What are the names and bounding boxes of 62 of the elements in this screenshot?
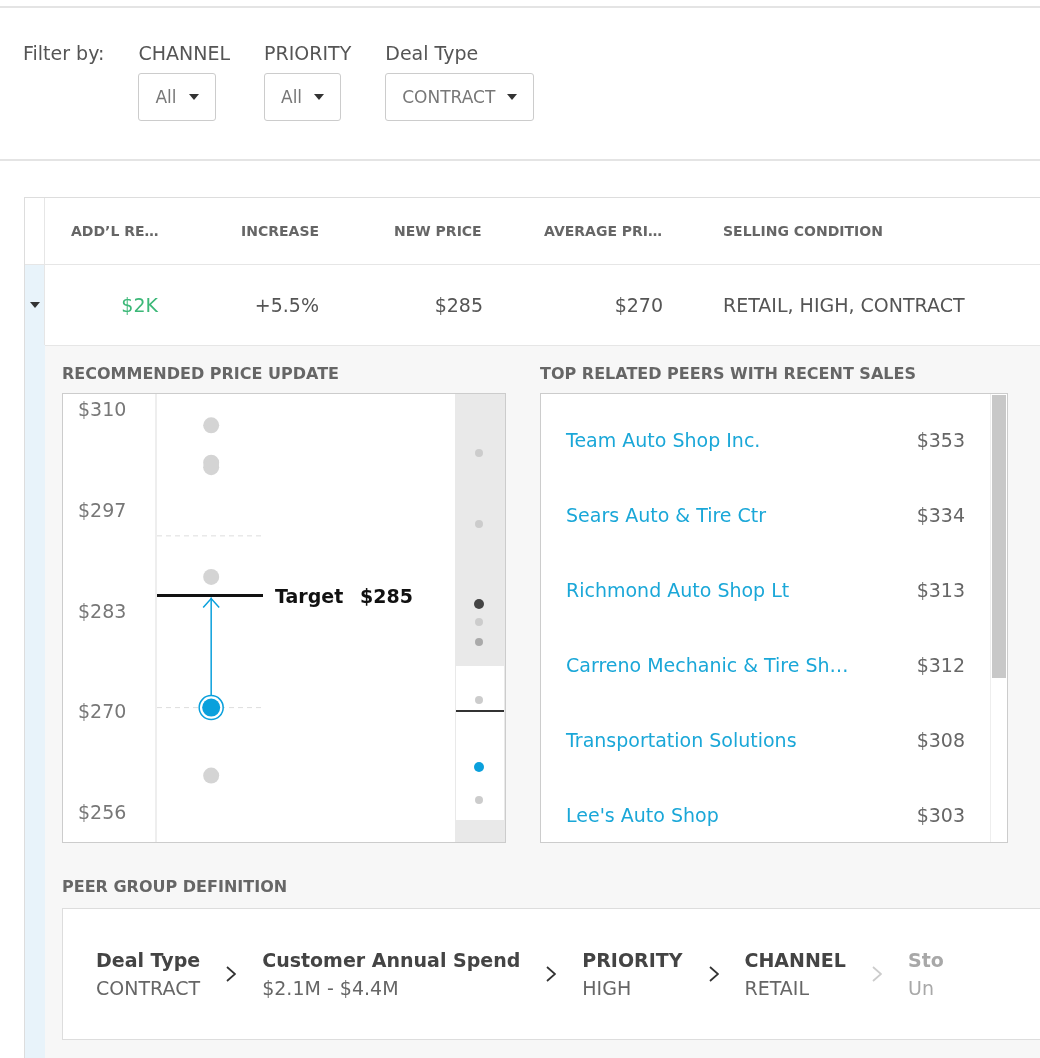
table-cell-text: $285 <box>434 294 484 316</box>
step-value: HIGH <box>582 977 633 999</box>
column-header: SELLING CONDITION <box>722 223 884 239</box>
peer-link[interactable]: Team Auto Shop Inc. <box>566 428 761 451</box>
current-price-point <box>198 694 224 721</box>
peer-price-point <box>203 767 220 784</box>
target-label: Target <box>275 584 344 607</box>
section-title: RECOMMENDED PRICE UPDATE <box>62 364 341 383</box>
axis-tick-label: $297 <box>78 498 127 521</box>
peer-link[interactable]: Transportation Solutions <box>566 728 797 751</box>
filter-label: Filter by: <box>23 42 105 66</box>
filter-name: Deal Type <box>385 42 480 64</box>
column-header: INCREASE <box>240 223 321 239</box>
filter-dropdown[interactable]: CONTRACT <box>385 73 535 121</box>
step-name: PRIORITY <box>582 949 683 971</box>
peer-price: $313 <box>916 578 965 601</box>
table-cell-text: $270 <box>614 294 664 316</box>
peer-link[interactable]: Sears Auto & Tire Ctr <box>566 503 767 526</box>
table-cell-text: +5.5% <box>254 294 320 316</box>
filter-name: PRIORITY <box>264 42 352 64</box>
scrollbar[interactable] <box>990 394 1007 842</box>
target-value: $285 <box>360 584 413 607</box>
step-value: RETAIL <box>744 977 811 999</box>
table-cell-text: $2K <box>121 294 159 316</box>
peer-link[interactable]: Lee's Auto Shop <box>566 803 719 826</box>
caret-icon <box>314 94 325 100</box>
step-value: CONTRACT <box>96 977 201 999</box>
filter-dropdown[interactable]: All <box>264 73 342 121</box>
step-name: Sto <box>907 949 944 971</box>
column-header: ADD’L RE… <box>70 223 160 239</box>
peer-price-point <box>203 417 220 434</box>
peer-price: $353 <box>916 428 965 451</box>
step-name: Customer Annual Spend <box>262 949 521 971</box>
chevron-right-icon <box>871 966 882 982</box>
caret-icon <box>188 94 199 100</box>
table-cell-text: RETAIL, HIGH, CONTRACT <box>722 294 965 316</box>
axis-tick-label: $283 <box>78 599 127 622</box>
filter-name: CHANNEL <box>138 42 230 64</box>
section-title: PEER GROUP DEFINITION <box>62 877 289 896</box>
peer-price: $334 <box>916 503 965 526</box>
axis-tick-label: $256 <box>78 801 127 824</box>
step-name: Deal Type <box>96 949 201 971</box>
step-name: CHANNEL <box>744 949 846 971</box>
step-value: Un <box>907 977 935 999</box>
chevron-right-icon <box>546 966 557 982</box>
peer-price: $303 <box>916 803 965 826</box>
expand-toggle-icon[interactable] <box>29 302 40 308</box>
peer-price: $308 <box>916 728 965 751</box>
chevron-right-icon <box>708 966 719 982</box>
peer-price: $312 <box>916 653 965 676</box>
axis-tick-label: $270 <box>78 700 127 723</box>
peer-link[interactable]: Carreno Mechanic & Tire Sh… <box>566 653 849 676</box>
chevron-right-icon <box>226 966 237 982</box>
axis-tick-label: $310 <box>78 397 127 420</box>
step-value: $2.1M - $4.4M <box>262 977 400 999</box>
column-header: NEW PRICE <box>393 223 483 239</box>
peer-price-point <box>203 568 220 585</box>
section-title: TOP RELATED PEERS WITH RECENT SALES <box>540 364 917 383</box>
peer-link[interactable]: Richmond Auto Shop Lt <box>566 578 790 601</box>
caret-icon <box>507 94 518 100</box>
filter-dropdown[interactable]: All <box>138 73 216 121</box>
column-header: AVERAGE PRI… <box>543 223 664 239</box>
